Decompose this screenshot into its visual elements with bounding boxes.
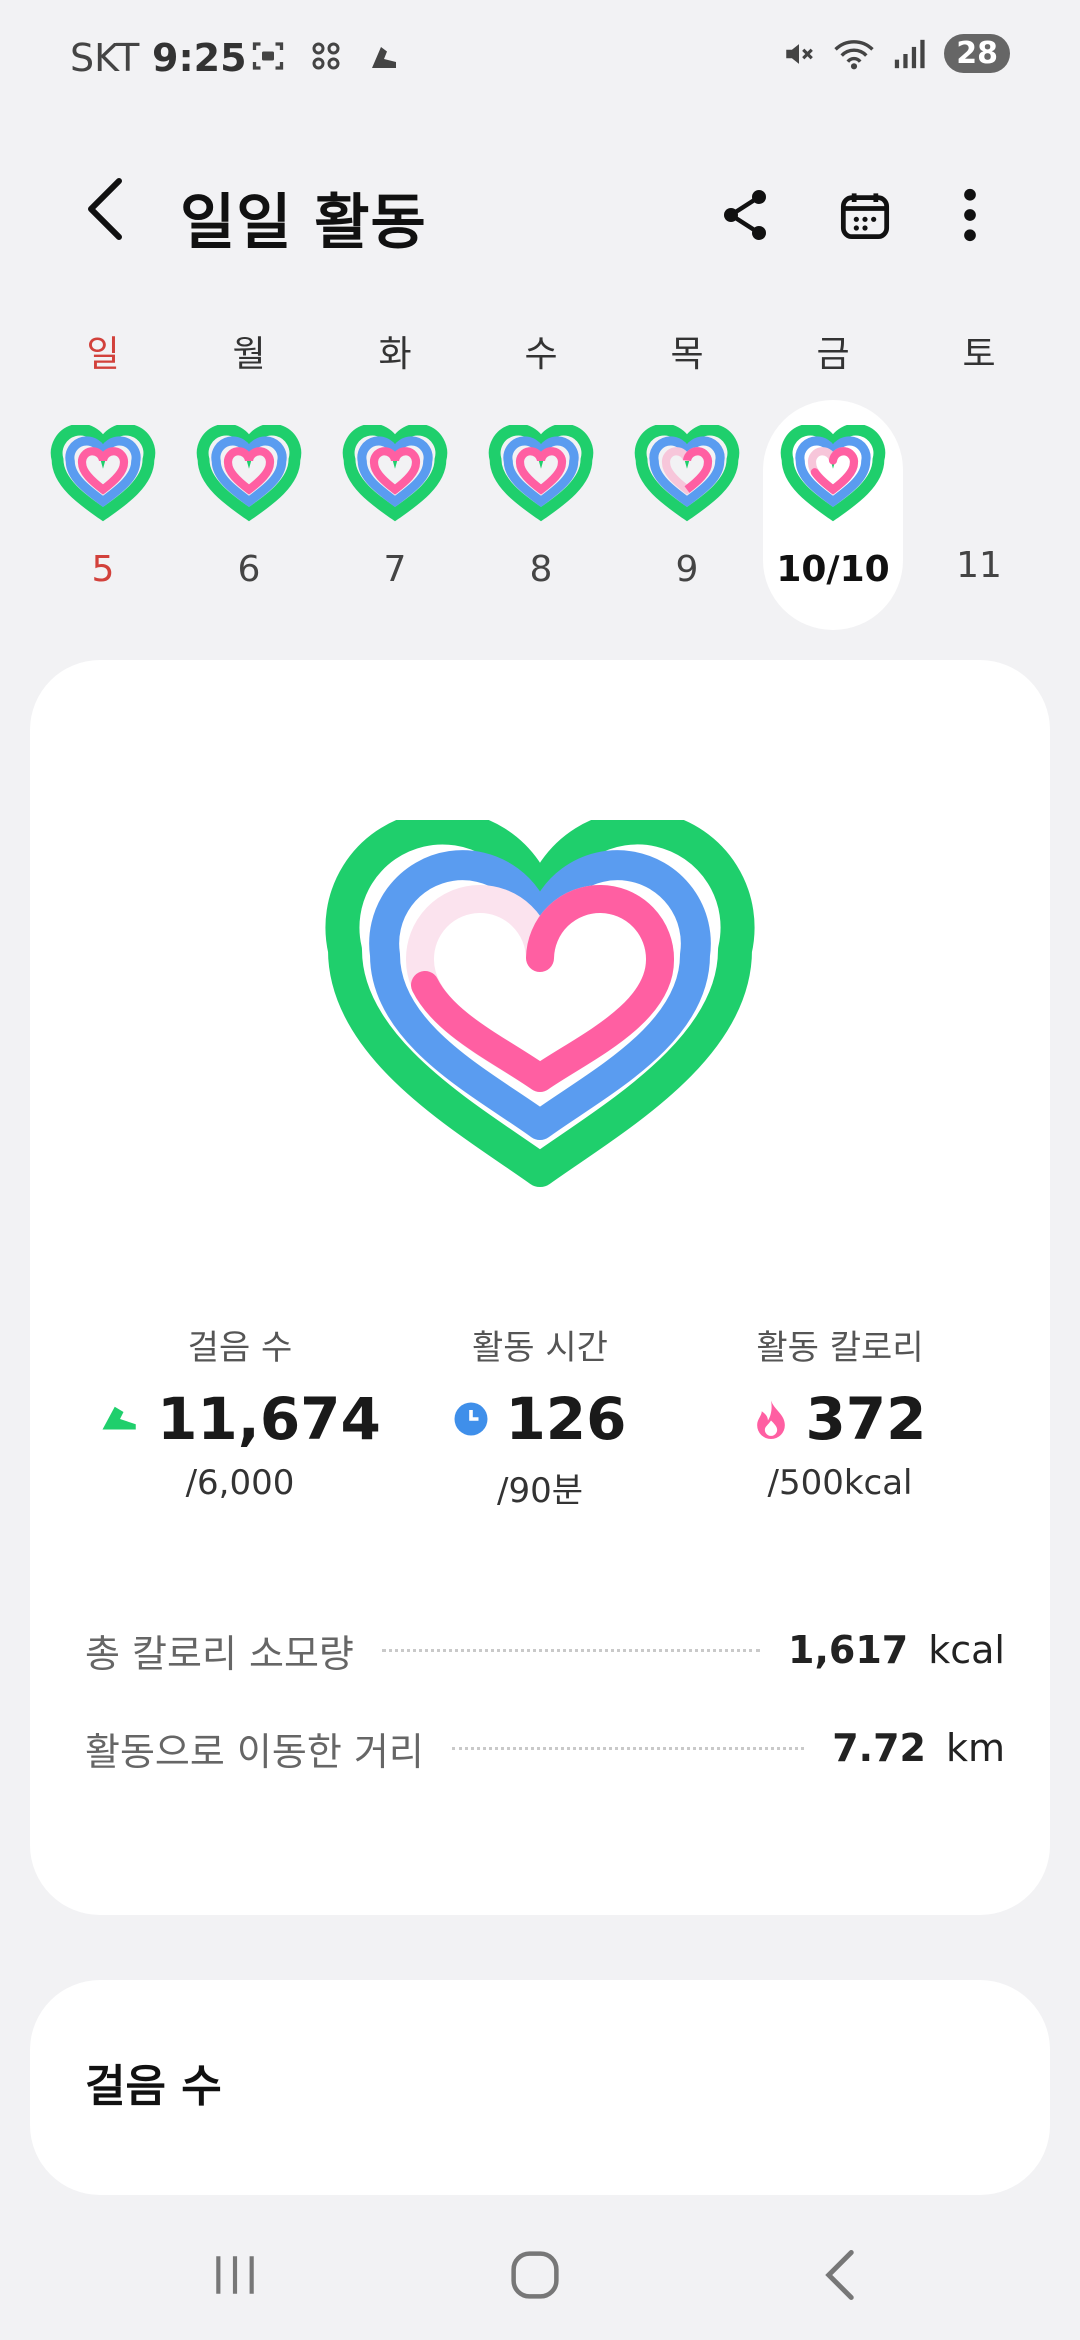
day-date: 6 bbox=[237, 549, 261, 590]
active-time-goal: /90분 bbox=[497, 1471, 583, 1511]
share-icon bbox=[724, 190, 766, 240]
active-calories-goal: /500kcal bbox=[767, 1463, 913, 1503]
more-options-button[interactable] bbox=[935, 180, 1005, 250]
home-icon bbox=[511, 2251, 559, 2299]
active-time-value: 126 bbox=[505, 1385, 627, 1453]
distance-label: 활동으로 이동한 거리 bbox=[85, 1729, 424, 1774]
day-item-sunday[interactable]: 일 5 bbox=[38, 330, 168, 630]
calendar-icon bbox=[840, 193, 890, 240]
day-date: 5 bbox=[91, 549, 115, 590]
app-notification-icon bbox=[312, 42, 340, 70]
steps-value: 11,674 bbox=[157, 1385, 381, 1453]
heart-ring-icon bbox=[488, 423, 594, 522]
heart-ring-icon bbox=[196, 423, 302, 522]
back-button[interactable] bbox=[70, 174, 140, 244]
active-calories-stat: 활동 칼로리 372 /500kcal bbox=[680, 1320, 1000, 1503]
day-date: 8 bbox=[529, 549, 553, 590]
distance-value: 7.72 bbox=[832, 1726, 926, 1770]
flame-icon bbox=[757, 1400, 786, 1439]
shoe-icon bbox=[102, 1406, 136, 1430]
clock-icon bbox=[454, 1402, 488, 1436]
day-label: 일 bbox=[86, 334, 120, 375]
heart-placeholder bbox=[923, 425, 1035, 525]
total-calories-unit: kcal bbox=[928, 1628, 1005, 1672]
distance-unit: km bbox=[945, 1726, 1005, 1770]
day-date: 7 bbox=[383, 549, 407, 590]
day-date: 10/10 bbox=[776, 549, 890, 590]
back-arrow-icon bbox=[825, 2250, 854, 2300]
day-item-wednesday[interactable]: 수 8 bbox=[476, 330, 606, 630]
share-button[interactable] bbox=[710, 180, 780, 250]
activity-heart-rings bbox=[325, 820, 755, 1187]
distance-row: 활동으로 이동한 거리 7.72 km bbox=[85, 1718, 1005, 1778]
signal-icon bbox=[895, 39, 925, 68]
chevron-left-icon bbox=[88, 178, 122, 240]
day-label: 수 bbox=[524, 334, 558, 375]
steps-card[interactable]: 걸음 수 bbox=[30, 1980, 1050, 2195]
day-item-thursday[interactable]: 목 9 bbox=[622, 330, 752, 630]
page-title: 일일 활동 bbox=[180, 188, 427, 258]
heart-ring-icon bbox=[342, 423, 448, 522]
daily-activity-card: 걸음 수 11,674 /6,000 활동 시간 126 /90분 활동 칼로리… bbox=[30, 660, 1050, 1915]
total-calories-value: 1,617 bbox=[788, 1628, 909, 1672]
total-calories-row: 총 칼로리 소모량 1,617 kcal bbox=[85, 1620, 1005, 1680]
active-time-stat: 활동 시간 126 /90분 bbox=[380, 1320, 700, 1512]
heart-ring-icon bbox=[50, 423, 156, 522]
carrier-label: SKT bbox=[70, 36, 140, 80]
wifi-icon bbox=[834, 39, 874, 69]
more-vertical-icon bbox=[964, 188, 976, 242]
app-bar: 일일 활동 bbox=[0, 150, 1080, 280]
active-time-label: 활동 시간 bbox=[472, 1328, 608, 1368]
recent-apps-icon bbox=[216, 2256, 254, 2294]
steps-goal: /6,000 bbox=[185, 1463, 295, 1503]
notification-icons bbox=[250, 38, 402, 74]
dotted-leader bbox=[451, 1746, 805, 1750]
active-calories-label: 활동 칼로리 bbox=[756, 1328, 924, 1368]
mute-icon bbox=[786, 43, 814, 64]
calendar-button[interactable] bbox=[830, 180, 900, 250]
status-bar: SKT 9:25 28 bbox=[0, 0, 1080, 110]
system-icons: 28 bbox=[782, 34, 1010, 73]
heart-ring-icon bbox=[780, 423, 886, 522]
home-button[interactable] bbox=[490, 2235, 580, 2315]
day-item-saturday: 토 11 bbox=[914, 330, 1044, 630]
battery-indicator: 28 bbox=[944, 34, 1010, 73]
day-date: 11 bbox=[956, 545, 1002, 586]
nav-back-button[interactable] bbox=[795, 2235, 885, 2315]
steps-card-title: 걸음 수 bbox=[85, 2061, 222, 2112]
total-calories-label: 총 칼로리 소모량 bbox=[85, 1631, 354, 1676]
day-label: 목 bbox=[670, 334, 704, 375]
day-date: 9 bbox=[675, 549, 699, 590]
day-label: 화 bbox=[378, 334, 412, 375]
steps-label: 걸음 수 bbox=[187, 1328, 293, 1368]
day-label: 토 bbox=[962, 334, 996, 375]
dotted-leader bbox=[381, 1648, 761, 1652]
day-label: 금 bbox=[816, 334, 850, 375]
active-calories-value: 372 bbox=[805, 1385, 927, 1453]
day-label: 월 bbox=[232, 334, 266, 375]
recent-apps-button[interactable] bbox=[190, 2235, 280, 2315]
heart-ring-icon bbox=[634, 423, 740, 522]
shoe-icon bbox=[372, 47, 396, 68]
day-item-monday[interactable]: 월 6 bbox=[184, 330, 314, 630]
steps-stat: 걸음 수 11,674 /6,000 bbox=[80, 1320, 400, 1503]
clock: 9:25 bbox=[152, 36, 247, 80]
day-item-friday-selected[interactable]: 금 10/10 bbox=[763, 330, 903, 630]
day-item-tuesday[interactable]: 화 7 bbox=[330, 330, 460, 630]
screenshot-icon bbox=[252, 42, 284, 70]
week-selector: 일 5 월 6 화 7 수 8 목 9 금 10/10 토 11 bbox=[0, 330, 1080, 640]
system-navigation-bar bbox=[0, 2200, 1080, 2340]
